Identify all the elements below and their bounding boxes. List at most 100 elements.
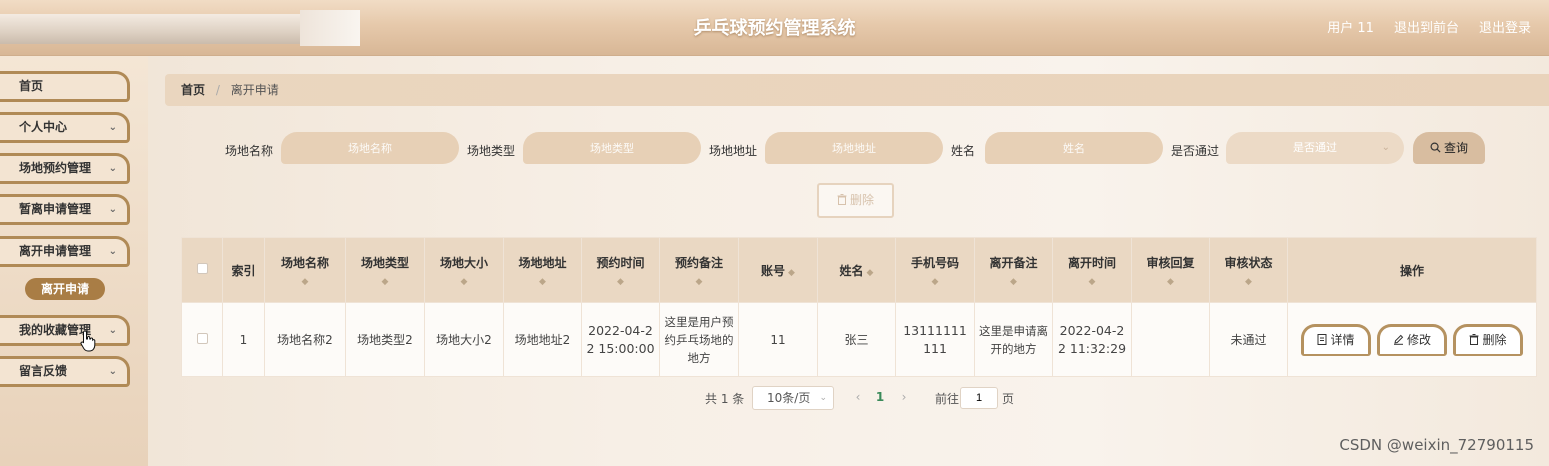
col-venue-size[interactable]: 场地大小 ◆ <box>424 237 504 303</box>
venue-address-input[interactable] <box>765 132 943 164</box>
venue-address-label: 场地地址 <box>709 144 758 158</box>
col-venue-type[interactable]: 场地类型 ◆ <box>345 237 425 303</box>
chevron-down-icon: ⌄ <box>819 393 827 403</box>
data-table: 索引 场地名称 ◆ 场地类型 ◆ 场地大小 ◆ 场地地址 ◆ 预约时间 ◆ 预约备注 ◆ 账… <box>181 237 1537 377</box>
cell-leave-time: 2022-04-22 11:32:29 <box>1052 302 1132 377</box>
cell-venue-address: 场地地址2 <box>503 302 582 377</box>
sidebar-item-label: 场地预约管理 <box>19 161 92 175</box>
cell-venue-type: 场地类型2 <box>345 302 425 377</box>
col-leave-note[interactable]: 离开备注 ◆ <box>974 237 1053 303</box>
back-to-front-link[interactable]: 退出到前台 <box>1394 17 1459 36</box>
col-booking-note[interactable]: 预约备注 ◆ <box>659 237 739 303</box>
sort-icon: ◆ <box>301 276 309 287</box>
name-input[interactable] <box>985 132 1163 164</box>
prev-page-button[interactable]: ‹ <box>848 386 868 410</box>
header-actions: 用户 11 退出到前台 退出登录 <box>1327 17 1531 36</box>
sidebar-item-label: 首页 <box>19 79 44 93</box>
delete-label: 删除 <box>1482 332 1507 347</box>
col-name[interactable]: 姓名 ◆ <box>817 237 896 303</box>
breadcrumb-home[interactable]: 首页 <box>181 83 205 97</box>
page-size-select[interactable]: 10条/页 ⌄ <box>752 386 834 410</box>
chevron-down-icon: ⌄ <box>108 366 117 377</box>
sort-icon: ◆ <box>1245 276 1252 287</box>
sort-icon: ◆ <box>460 276 468 287</box>
sort-icon: ◆ <box>788 267 795 278</box>
col-label: 场地名称 <box>280 255 329 270</box>
cell-account: 11 <box>738 302 818 377</box>
search-icon <box>1430 142 1441 153</box>
edit-button[interactable]: 修改 <box>1377 323 1447 356</box>
row-checkbox[interactable] <box>196 332 208 344</box>
col-label: 离开时间 <box>1067 255 1116 270</box>
sidebar-subitem-leave-request[interactable]: 离开申请 <box>25 278 105 300</box>
page-number[interactable]: 1 <box>869 386 891 410</box>
sidebar-item-venue-booking[interactable]: 场地预约管理 ⌄ <box>0 153 130 184</box>
sort-icon: ◆ <box>539 276 546 287</box>
watermark: CSDN @weixin_72790115 <box>1339 436 1534 454</box>
chevron-down-icon: ⌄ <box>108 246 117 257</box>
next-page-button[interactable]: › <box>894 386 914 410</box>
col-phone[interactable]: 手机号码 ◆ <box>895 237 975 303</box>
cell-review-status: 未通过 <box>1209 302 1288 377</box>
document-icon <box>1317 333 1327 345</box>
sort-icon: ◆ <box>866 267 874 278</box>
current-user: 用户 11 <box>1327 21 1374 36</box>
select-all-cell <box>181 237 223 303</box>
col-label: 手机号码 <box>910 255 959 270</box>
delete-button[interactable]: 删除 <box>1453 323 1523 356</box>
col-label: 场地大小 <box>439 255 488 270</box>
col-label: 离开备注 <box>989 255 1038 270</box>
approved-select-placeholder: 是否通过 <box>1293 141 1337 154</box>
pagination: 共 1 条 10条/页 ⌄ ‹ 1 › 前往 页 <box>0 386 1549 412</box>
breadcrumb-separator: / <box>215 83 220 97</box>
col-label: 预约备注 <box>674 255 723 270</box>
col-venue-name[interactable]: 场地名称 ◆ <box>264 237 346 303</box>
col-label: 预约时间 <box>596 255 645 270</box>
col-label: 姓名 <box>839 263 864 278</box>
sidebar-item-label: 留言反馈 <box>19 364 68 378</box>
system-title: 乒乓球预约管理系统 <box>693 18 856 39</box>
sort-icon: ◆ <box>381 276 389 287</box>
chevron-down-icon: ⌄ <box>108 325 117 336</box>
page-jump-input[interactable] <box>960 387 998 409</box>
col-review-status[interactable]: 审核状态 ◆ <box>1209 237 1288 303</box>
search-button-label: 查询 <box>1443 141 1468 155</box>
batch-delete-button[interactable]: 删除 <box>817 183 894 218</box>
sidebar-item-personal-center[interactable]: 个人中心 ⌄ <box>0 112 130 143</box>
sidebar-item-leave-request[interactable]: 离开申请管理 ⌄ <box>0 236 130 267</box>
detail-button[interactable]: 详情 <box>1301 323 1371 356</box>
row-select-cell <box>181 302 223 377</box>
sort-icon: ◆ <box>1010 276 1017 287</box>
sidebar-item-temp-leave[interactable]: 暂离申请管理 ⌄ <box>0 194 130 225</box>
col-account[interactable]: 账号 ◆ <box>738 237 818 303</box>
trash-icon <box>837 194 847 205</box>
sort-icon: ◆ <box>1167 276 1174 287</box>
sidebar-item-label: 个人中心 <box>19 120 68 134</box>
cell-index: 1 <box>222 302 265 377</box>
col-leave-time[interactable]: 离开时间 ◆ <box>1052 237 1132 303</box>
sidebar-item-favorites[interactable]: 我的收藏管理 ⌄ <box>0 315 130 346</box>
venue-type-label: 场地类型 <box>467 144 516 158</box>
col-review-reply[interactable]: 审核回复 ◆ <box>1131 237 1210 303</box>
breadcrumb: 首页 / 离开申请 <box>165 74 1549 106</box>
sidebar-item-home[interactable]: 首页 <box>0 71 130 102</box>
sort-icon: ◆ <box>931 276 939 287</box>
chevron-down-icon: ⌄ <box>108 122 117 133</box>
cell-phone: 13111111111 <box>895 302 975 377</box>
col-venue-address[interactable]: 场地地址 ◆ <box>503 237 582 303</box>
approved-select[interactable]: 是否通过 ⌄ <box>1226 132 1404 164</box>
col-label: 审核回复 <box>1146 255 1195 270</box>
goto-label: 前往 <box>935 392 960 406</box>
select-all-checkbox[interactable] <box>196 263 208 274</box>
hand-cursor-icon <box>80 330 96 352</box>
search-button[interactable]: 查询 <box>1413 132 1485 164</box>
venue-type-input[interactable] <box>523 132 701 164</box>
col-booking-time[interactable]: 预约时间 ◆ <box>581 237 660 303</box>
col-label: 审核状态 <box>1224 255 1273 270</box>
sidebar-item-feedback[interactable]: 留言反馈 ⌄ <box>0 356 130 387</box>
chevron-down-icon: ⌄ <box>108 204 117 215</box>
top-header: 乒乓球预约管理系统 用户 11 退出到前台 退出登录 <box>0 0 1549 56</box>
logout-link[interactable]: 退出登录 <box>1479 17 1531 36</box>
venue-name-input[interactable] <box>281 132 459 164</box>
cell-actions: 详情 修改 删除 <box>1287 302 1537 377</box>
